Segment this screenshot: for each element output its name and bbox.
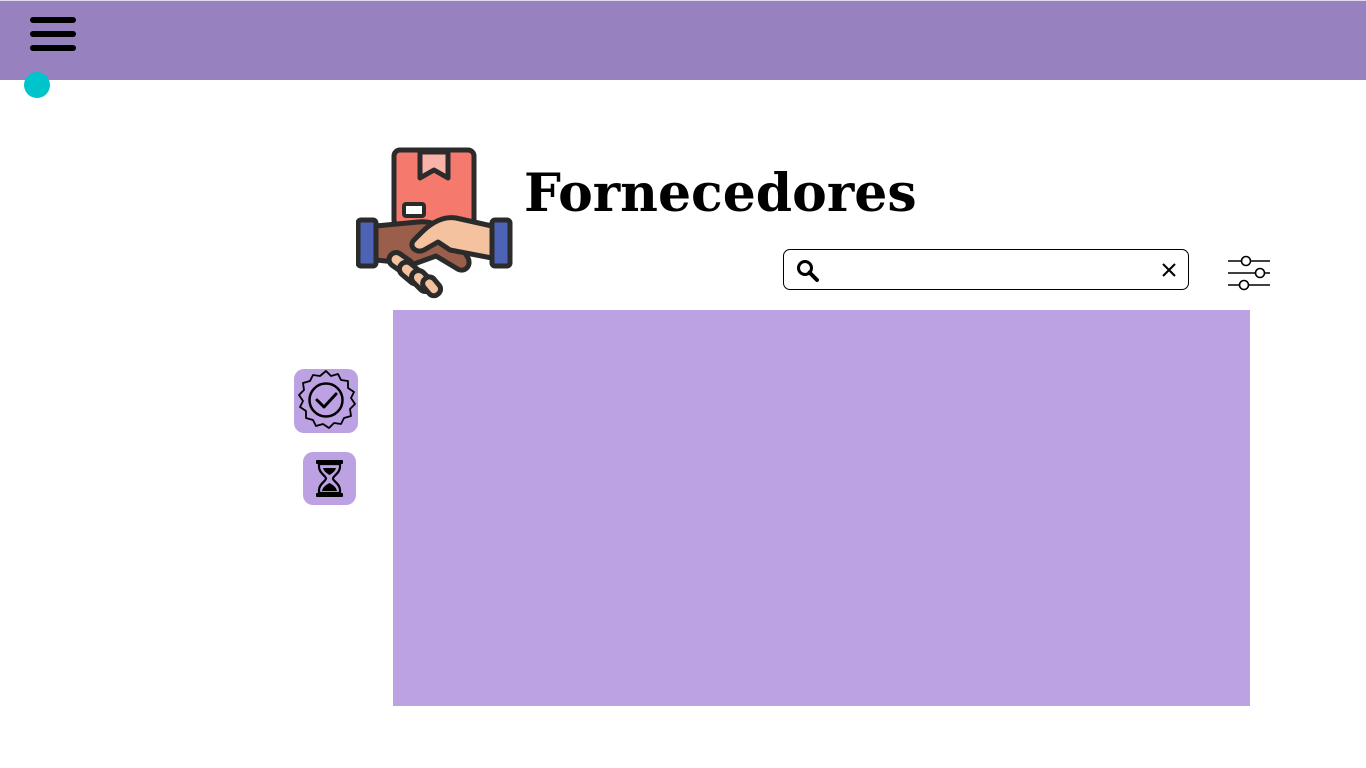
content-panel (393, 310, 1250, 706)
search-input[interactable] (828, 256, 1152, 285)
close-icon[interactable] (1158, 259, 1180, 281)
search-box (783, 249, 1189, 290)
top-bar (0, 0, 1366, 80)
approved-button[interactable] (294, 369, 358, 433)
verified-badge-icon (298, 370, 356, 429)
hourglass-icon (316, 460, 343, 497)
hamburger-menu-icon[interactable] (30, 17, 76, 55)
supplier-handshake-box-icon (355, 146, 514, 304)
search-icon[interactable] (796, 259, 820, 283)
pending-button[interactable] (303, 452, 356, 505)
sliders-filter-icon[interactable] (1226, 254, 1272, 292)
page-title: Fornecedores (524, 163, 917, 224)
status-dot (24, 72, 50, 98)
